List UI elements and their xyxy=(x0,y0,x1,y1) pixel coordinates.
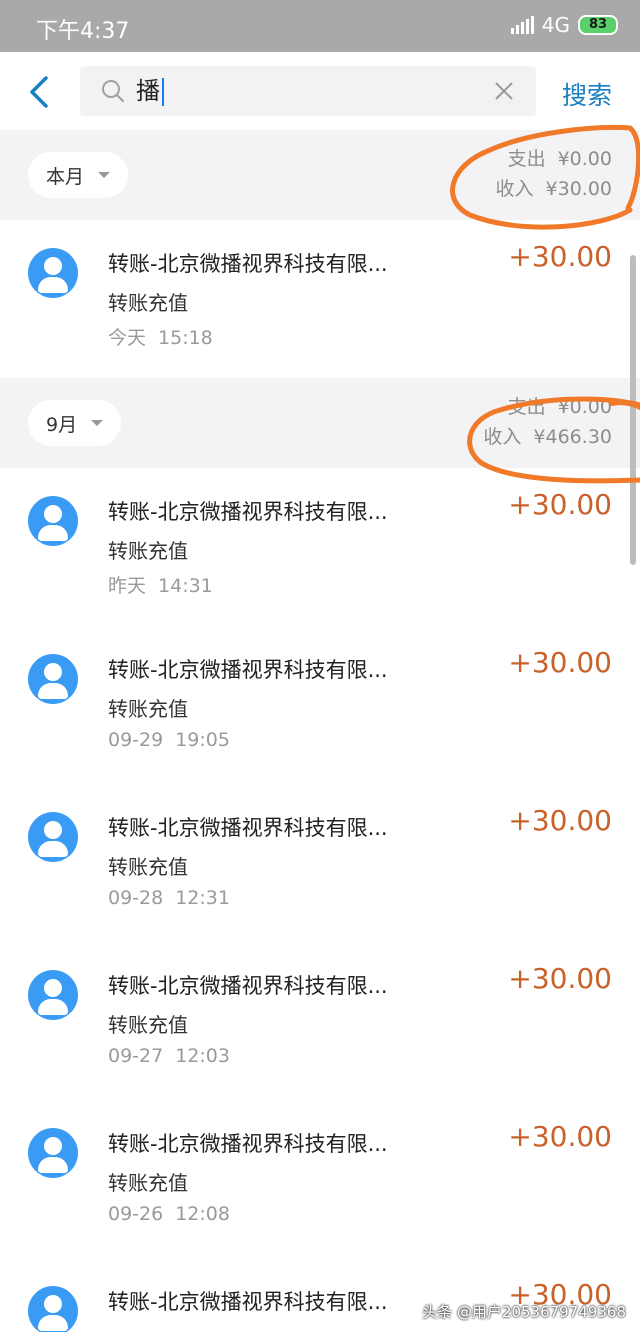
text-cursor xyxy=(162,78,164,106)
transaction-item[interactable]: 转账-北京微播视界科技有限... 转账充值 09-26 12:08 +30.00 xyxy=(0,1100,640,1258)
transaction-type: 转账充值 xyxy=(108,1171,188,1195)
month-picker[interactable]: 9月 xyxy=(28,400,122,446)
search-input[interactable]: 播 xyxy=(80,66,536,116)
month-label: 本月 xyxy=(46,165,85,188)
transaction-amount: +30.00 xyxy=(508,488,612,521)
transaction-amount: +30.00 xyxy=(508,962,612,995)
transaction-amount: +30.00 xyxy=(508,646,612,679)
month-summary: 支出 ¥0.00 收入 ¥466.30 xyxy=(483,392,612,452)
network-type: 4G xyxy=(541,13,570,37)
transaction-amount: +30.00 xyxy=(508,804,612,837)
expense-summary: 支出 ¥0.00 xyxy=(507,148,612,170)
search-header: 播 搜索 xyxy=(0,52,640,130)
transaction-type: 转账充值 xyxy=(108,539,188,563)
expense-summary: 支出 ¥0.00 xyxy=(507,396,612,418)
battery-icon: 83 xyxy=(578,15,618,35)
avatar-icon xyxy=(28,1128,78,1178)
search-button[interactable]: 搜索 xyxy=(562,76,612,112)
status-time: 下午4:37 xyxy=(36,19,130,44)
transaction-time: 09-28 12:31 xyxy=(108,887,230,909)
transaction-time: 今天 15:18 xyxy=(108,327,213,349)
avatar-icon xyxy=(28,248,78,298)
status-bar: 下午4:37 4G 83 xyxy=(0,0,640,52)
transaction-title: 转账-北京微播视界科技有限... xyxy=(108,252,388,276)
transaction-type: 转账充值 xyxy=(108,855,188,879)
month-label: 9月 xyxy=(46,413,78,436)
signal-icon xyxy=(510,16,536,34)
transaction-item[interactable]: 转账-北京微播视界科技有限... 转账充值 09-29 19:05 +30.00 xyxy=(0,626,640,784)
income-summary: 收入 ¥30.00 xyxy=(495,178,613,200)
avatar-icon xyxy=(28,970,78,1020)
month-header: 本月 支出 ¥0.00 收入 ¥30.00 xyxy=(0,130,640,220)
status-indicators: 4G 83 xyxy=(510,13,618,37)
avatar-icon xyxy=(28,496,78,546)
transaction-title: 转账-北京微播视界科技有限... xyxy=(108,1132,388,1156)
income-summary: 收入 ¥466.30 xyxy=(483,426,612,448)
transaction-time: 09-29 19:05 xyxy=(108,729,230,751)
dropdown-icon xyxy=(91,420,104,426)
transaction-title: 转账-北京微播视界科技有限... xyxy=(108,1290,388,1314)
transaction-type: 转账充值 xyxy=(108,697,188,721)
clear-icon[interactable] xyxy=(492,79,516,103)
transaction-title: 转账-北京微播视界科技有限... xyxy=(108,658,388,682)
transaction-item[interactable]: 转账-北京微播视界科技有限... 转账充值 09-28 12:31 +30.00 xyxy=(0,784,640,942)
transaction-time: 09-26 12:08 xyxy=(108,1203,230,1225)
transaction-time: 09-27 12:03 xyxy=(108,1045,230,1067)
search-icon xyxy=(102,80,124,102)
transaction-type: 转账充值 xyxy=(108,1013,188,1037)
avatar-icon xyxy=(28,812,78,862)
transaction-item[interactable]: 转账-北京微播视界科技有限... 转账充值 昨天 14:31 +30.00 xyxy=(0,468,640,626)
transaction-time: 昨天 14:31 xyxy=(108,575,213,597)
avatar-icon xyxy=(28,1286,78,1332)
search-query: 播 xyxy=(136,76,164,106)
transaction-type: 转账充值 xyxy=(108,291,188,315)
back-arrow-icon[interactable] xyxy=(22,72,62,112)
avatar-icon xyxy=(28,654,78,704)
transaction-amount: +30.00 xyxy=(508,240,612,273)
transaction-title: 转账-北京微播视界科技有限... xyxy=(108,500,388,524)
transaction-amount: +30.00 xyxy=(508,1120,612,1153)
transaction-title: 转账-北京微播视界科技有限... xyxy=(108,816,388,840)
month-summary: 支出 ¥0.00 收入 ¥30.00 xyxy=(496,144,613,204)
transaction-item[interactable]: 转账-北京微播视界科技有限... 转账充值 今天 15:18 +30.00 xyxy=(0,220,640,378)
month-header: 9月 支出 ¥0.00 收入 ¥466.30 xyxy=(0,378,640,468)
scrollbar[interactable] xyxy=(630,255,636,565)
dropdown-icon xyxy=(98,172,111,178)
watermark: 头条 @用户2053679749368 xyxy=(422,1303,626,1321)
transaction-title: 转账-北京微播视界科技有限... xyxy=(108,974,388,998)
month-picker[interactable]: 本月 xyxy=(28,152,129,198)
transaction-item[interactable]: 转账-北京微播视界科技有限... 转账充值 09-27 12:03 +30.00 xyxy=(0,942,640,1100)
